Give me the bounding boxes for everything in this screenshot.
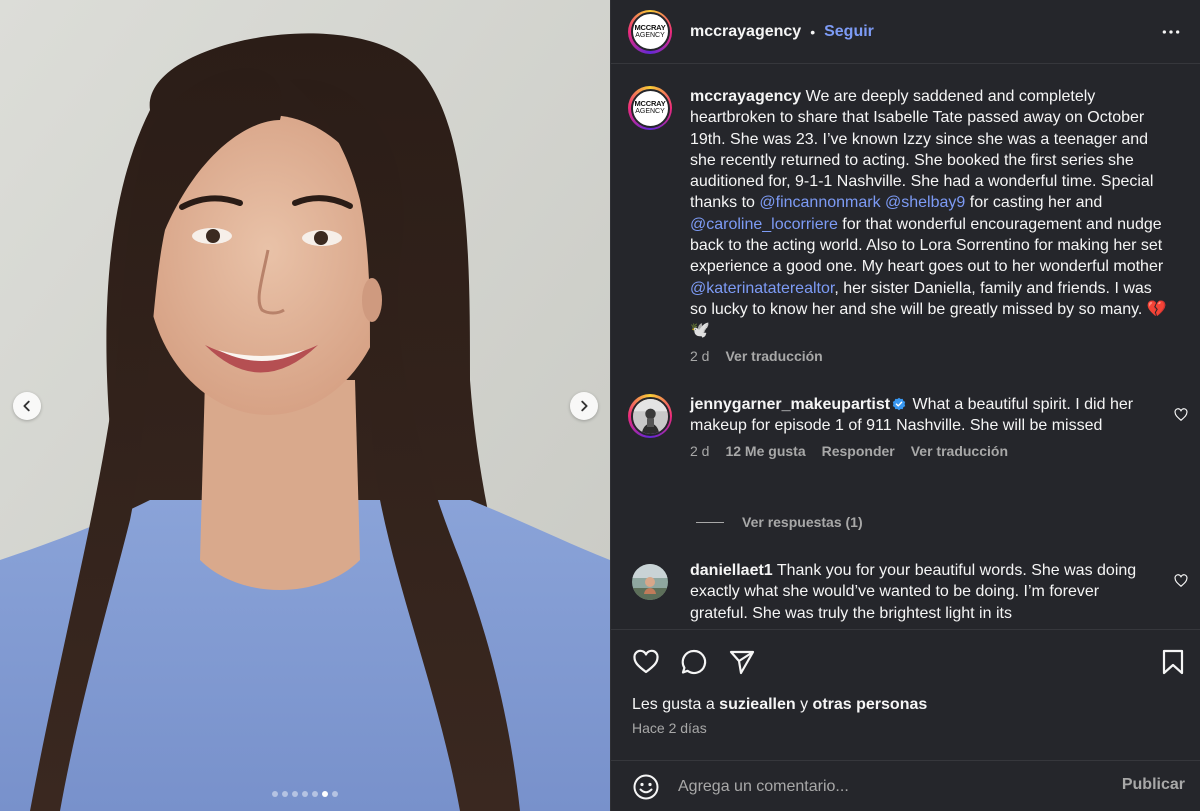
caption-text-column: mccrayagency We are deeply saddened and … — [690, 86, 1170, 364]
comment-text: jennygarner_makeupartist What a beautifu… — [690, 394, 1150, 437]
comment-username[interactable]: jennygarner_makeupartist — [690, 396, 890, 413]
publish-button[interactable]: Publicar — [1122, 776, 1185, 794]
comment-meta: 2 d 12 Me gusta Responder Ver traducción — [690, 443, 1150, 459]
carousel-indicator — [0, 791, 610, 797]
post-media — [0, 0, 610, 811]
comments-section[interactable]: MCCRAY AGENCY mccrayagency We are deeply… — [611, 64, 1200, 629]
comment-avatar[interactable] — [628, 394, 672, 438]
comment-avatar[interactable] — [628, 560, 672, 604]
carousel-dot — [332, 791, 338, 797]
post-actions: Les gusta a suzieallen y otras personas … — [611, 629, 1200, 811]
action-icons — [632, 648, 756, 676]
like-comment-heart-icon[interactable] — [1174, 408, 1188, 422]
post-caption: MCCRAY AGENCY mccrayagency We are deeply… — [628, 86, 1188, 364]
see-translation-button[interactable]: Ver traducción — [725, 348, 822, 364]
view-replies-label: Ver respuestas (1) — [742, 514, 863, 530]
carousel-next-button[interactable] — [570, 392, 598, 420]
share-send-icon[interactable] — [728, 648, 756, 676]
carousel-dot — [302, 791, 308, 797]
instagram-post-view: MCCRAY AGENCY mccrayagency • Seguir MCCR… — [0, 0, 1200, 811]
carousel-prev-button[interactable] — [13, 392, 41, 420]
agency-logo: MCCRAY AGENCY — [630, 88, 670, 128]
see-translation-button[interactable]: Ver traducción — [911, 443, 1008, 459]
caption-text: mccrayagency We are deeply saddened and … — [690, 86, 1170, 342]
carousel-dot — [292, 791, 298, 797]
comment-item: jennygarner_makeupartist What a beautifu… — [628, 394, 1188, 459]
carousel-dot — [312, 791, 318, 797]
caption-time[interactable]: 2 d — [690, 348, 709, 364]
emoji-icon[interactable] — [632, 773, 660, 801]
logo-text-bottom: AGENCY — [635, 108, 665, 115]
avatar — [630, 396, 670, 436]
portrait-photo — [0, 0, 610, 811]
comment-username[interactable]: daniellaet1 — [690, 562, 773, 579]
comment-text: daniellaet1 Thank you for your beautiful… — [690, 560, 1150, 624]
likes-prefix: Les gusta a — [632, 696, 720, 713]
post-header: MCCRAY AGENCY mccrayagency • Seguir — [611, 0, 1200, 64]
liked-by-others[interactable]: otras personas — [813, 696, 928, 713]
like-comment-heart-icon[interactable] — [1174, 574, 1188, 588]
header-username[interactable]: mccrayagency — [690, 23, 801, 41]
carousel-dot — [322, 791, 328, 797]
logo-text-top: MCCRAY — [634, 99, 666, 108]
save-bookmark-button[interactable] — [1159, 648, 1187, 681]
reply-button[interactable]: Responder — [822, 443, 895, 459]
post-side-panel: MCCRAY AGENCY mccrayagency • Seguir MCCR… — [610, 0, 1200, 811]
comment-text-column: daniellaet1 Thank you for your beautiful… — [690, 560, 1150, 624]
header-separator: • — [810, 23, 816, 40]
avatar — [632, 564, 668, 600]
comment-item: daniellaet1 Thank you for your beautiful… — [628, 560, 1188, 624]
caption-avatar[interactable]: MCCRAY AGENCY — [628, 86, 672, 130]
caption-meta: 2 d Ver traducción — [690, 348, 1170, 364]
agency-logo: MCCRAY AGENCY — [630, 12, 670, 51]
comment-likes-count[interactable]: 12 Me gusta — [725, 443, 805, 459]
logo-text-top: MCCRAY — [634, 22, 666, 32]
caption-username[interactable]: mccrayagency — [690, 88, 801, 105]
follow-button[interactable]: Seguir — [824, 23, 874, 41]
view-replies-button[interactable]: Ver respuestas (1) — [696, 514, 863, 530]
comment-time[interactable]: 2 d — [690, 443, 709, 459]
mention-link[interactable]: @caroline_locorriere — [690, 216, 838, 233]
chevron-left-icon — [23, 400, 30, 412]
replies-divider-line — [696, 521, 724, 523]
liked-by-user[interactable]: suzieallen — [719, 696, 795, 713]
mention-link[interactable]: @fincannonmark — [759, 194, 880, 211]
carousel-dot — [272, 791, 278, 797]
more-options-icon[interactable] — [1161, 22, 1181, 42]
comment-input[interactable] — [678, 777, 1078, 796]
bookmark-icon — [1162, 649, 1184, 675]
avatar[interactable]: MCCRAY AGENCY — [628, 9, 672, 54]
likes-middle: y — [795, 696, 813, 713]
comment-text-column: jennygarner_makeupartist What a beautifu… — [690, 394, 1150, 459]
mention-link[interactable]: @shelbay9 — [885, 194, 965, 211]
likes-summary[interactable]: Les gusta a suzieallen y otras personas — [632, 696, 927, 714]
verified-badge-icon — [892, 397, 906, 411]
post-date: Hace 2 días — [632, 720, 707, 736]
mention-link[interactable]: @katerinataterealtor — [690, 280, 834, 297]
like-heart-icon[interactable] — [632, 648, 660, 676]
comment-bubble-icon[interactable] — [680, 648, 708, 676]
add-comment-bar: Publicar — [611, 760, 1200, 811]
caption-text-part: for casting her and — [965, 194, 1103, 212]
caption-text-part: We are deeply saddened and completely he… — [690, 88, 1154, 212]
chevron-right-icon — [581, 400, 588, 412]
logo-text-bottom: AGENCY — [635, 31, 665, 39]
carousel-dot — [282, 791, 288, 797]
